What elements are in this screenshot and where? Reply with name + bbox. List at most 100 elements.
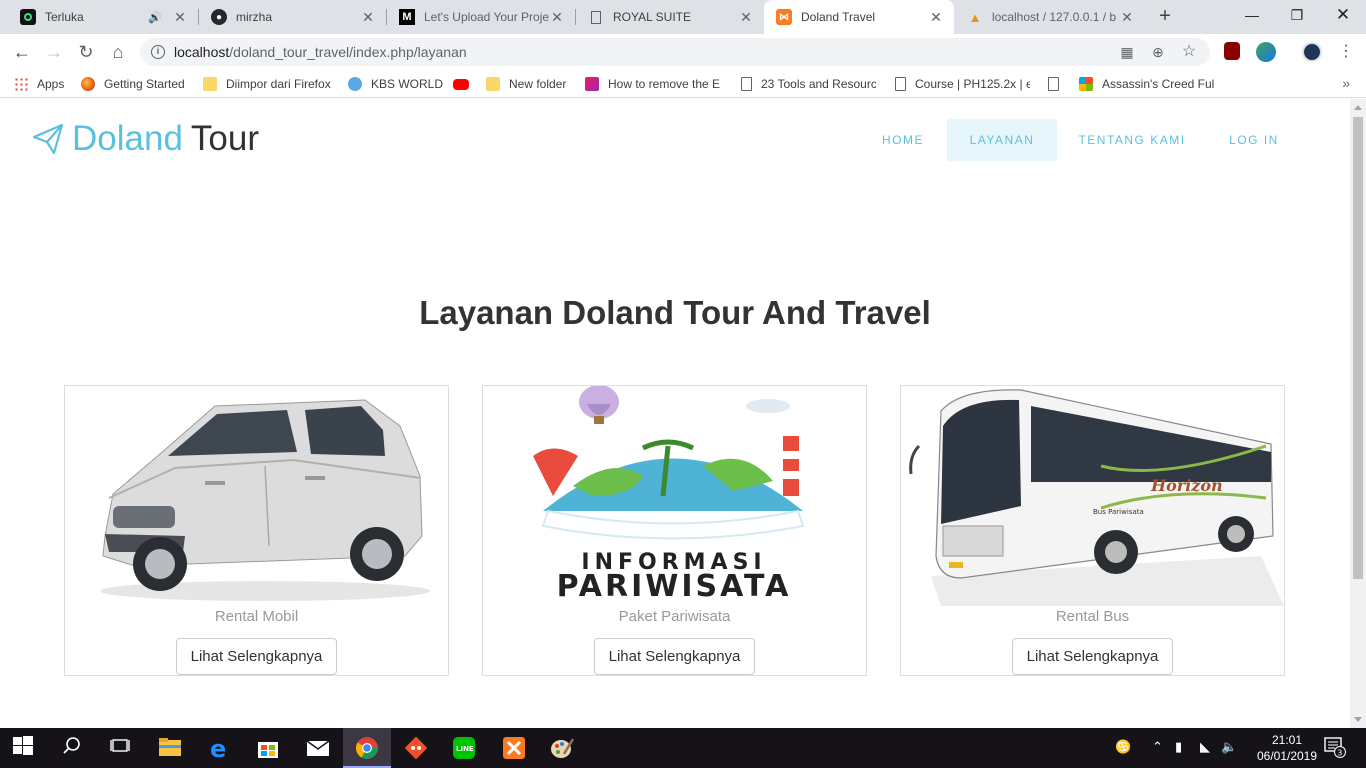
close-tab-icon[interactable]: ✕ [360, 9, 376, 25]
bookmark-apps[interactable]: Apps [14, 75, 64, 93]
site-info-icon[interactable]: i [151, 45, 165, 59]
profile-avatar[interactable] [1302, 42, 1322, 62]
bookmark-new-folder[interactable]: New folder [486, 75, 566, 93]
tab-medium-upload[interactable]: M Let's Upload Your Proje ✕ [387, 0, 575, 34]
globe-extension-icon[interactable] [1256, 42, 1276, 62]
minimize-button[interactable]: — [1229, 0, 1275, 30]
speaker-icon[interactable]: 🔊 [148, 11, 162, 24]
svg-text:LINE: LINE [456, 745, 474, 753]
lihat-selengkapnya-button[interactable]: Lihat Selengkapnya [1012, 638, 1173, 675]
bookmark-how-to-remove[interactable]: How to remove the E [585, 75, 721, 93]
nav-layanan[interactable]: LAYANAN [947, 119, 1057, 161]
bookmark-youtube[interactable] [453, 75, 478, 93]
windows-icon [1079, 77, 1093, 91]
tab-strip: Terluka 🔊 ✕ ● mirzha ✕ M Let's Upload Yo… [0, 0, 1366, 34]
close-tab-icon[interactable]: ✕ [738, 9, 754, 25]
bookmark-getting-started[interactable]: Getting Started [81, 75, 185, 93]
clock-date: 06/01/2019 [1256, 749, 1318, 763]
task-view-icon[interactable] [110, 736, 134, 760]
scroll-thumb[interactable] [1353, 117, 1363, 579]
paper-plane-icon [32, 123, 64, 155]
line-app-icon[interactable]: LINE [452, 736, 476, 760]
page-scrollbar[interactable] [1350, 99, 1366, 728]
action-center-icon[interactable]: 3 [1324, 736, 1346, 761]
tab-title: ROYAL SUITE [613, 10, 692, 24]
address-bar[interactable]: i localhost/doland_tour_travel/index.php… [140, 38, 1210, 66]
volume-icon[interactable]: 🔈 [1221, 739, 1237, 755]
tab-royal-suite[interactable]: ROYAL SUITE ✕ [576, 0, 764, 34]
site-logo[interactable]: Doland Tour [32, 119, 259, 159]
bookmark-kbs-world[interactable]: KBS WORLD [348, 75, 443, 93]
youtube-icon [453, 78, 469, 90]
github-icon: ● [211, 9, 227, 25]
forward-button[interactable]: → [40, 38, 68, 66]
service-card-rental-bus: Horizon Bus Pariwisata Rental Bus Lihat … [900, 385, 1285, 676]
back-button[interactable]: ← [8, 38, 36, 66]
close-tab-icon[interactable]: ✕ [1119, 9, 1135, 25]
bookmarks-bar: Apps Getting Started Diimpor dari Firefo… [0, 70, 1366, 98]
medium-icon: M [399, 9, 415, 25]
tab-title: mirzha [236, 10, 273, 24]
bookmark-image-icon [585, 77, 599, 91]
lihat-selengkapnya-button[interactable]: Lihat Selengkapnya [594, 638, 755, 675]
microsoft-store-icon[interactable] [256, 736, 280, 760]
kbs-icon [348, 77, 362, 91]
show-hidden-icons-icon[interactable]: ⌃ [1152, 739, 1163, 755]
tab-doland-travel[interactable]: ⋈ Doland Travel ✕ [764, 0, 954, 34]
restore-button[interactable]: ❐ [1274, 0, 1320, 30]
xampp-icon: ⋈ [776, 9, 792, 25]
search-icon[interactable] [62, 736, 86, 760]
bookmark-assassins-creed[interactable]: Assassin's Creed Full [1079, 75, 1214, 93]
bookmark-blank-page[interactable] [1048, 75, 1068, 93]
wifi-icon[interactable]: ◣ [1200, 739, 1210, 755]
reload-button[interactable]: ↻ [72, 38, 100, 66]
tab-title: localhost / 127.0.0.1 / b [992, 10, 1117, 24]
close-tab-icon[interactable]: ✕ [549, 9, 565, 25]
close-tab-icon[interactable]: ✕ [928, 9, 944, 25]
lihat-selengkapnya-button[interactable]: Lihat Selengkapnya [176, 638, 337, 675]
apps-grid-icon [14, 77, 28, 91]
zoom-icon[interactable]: ⊕ [1149, 43, 1167, 61]
bookmark-diimpor-firefox[interactable]: Diimpor dari Firefox [203, 75, 331, 93]
page-icon [895, 77, 906, 91]
new-tab-button[interactable]: + [1153, 5, 1177, 29]
bookmark-star-icon[interactable]: ☆ [1180, 43, 1198, 61]
tab-mirzha[interactable]: ● mirzha ✕ [199, 0, 386, 34]
bookmark-23-tools[interactable]: 23 Tools and Resourc [741, 75, 876, 93]
windows-start-icon[interactable] [13, 736, 37, 760]
close-window-button[interactable]: ✕ [1320, 0, 1366, 30]
tab-title: Terluka [45, 10, 84, 24]
nav-log-in[interactable]: LOG IN [1214, 119, 1294, 161]
brand-name-part2: Tour [190, 119, 260, 158]
page-icon [741, 77, 752, 91]
people-icon[interactable]: ♋ [1115, 739, 1131, 755]
chrome-icon[interactable] [355, 736, 379, 760]
scroll-up-arrow[interactable] [1354, 105, 1362, 110]
nav-home[interactable]: HOME [868, 119, 938, 161]
address-url[interactable]: localhost/doland_tour_travel/index.php/l… [174, 44, 467, 60]
bookmark-course-ph125[interactable]: Course | PH125.2x | e [895, 75, 1030, 93]
close-tab-icon[interactable]: ✕ [172, 9, 188, 25]
page-icon [588, 9, 604, 25]
system-clock[interactable]: 21:01 06/01/2019 [1250, 732, 1324, 764]
tab-terluka[interactable]: Terluka 🔊 ✕ [8, 0, 198, 34]
git-app-icon[interactable] [404, 736, 428, 760]
xampp-icon[interactable] [502, 736, 526, 760]
battery-icon[interactable]: ▮ [1175, 739, 1182, 755]
home-button[interactable]: ⌂ [104, 38, 132, 66]
ublock-extension-icon[interactable] [1224, 42, 1240, 60]
browser-toolbar: ← → ↻ ⌂ i localhost/doland_tour_travel/i… [0, 34, 1366, 70]
menu-kebab-icon[interactable]: ⋮ [1332, 38, 1360, 66]
tab-phpmyadmin[interactable]: ▲ localhost / 127.0.0.1 / b ✕ [955, 0, 1145, 34]
car-image [65, 386, 448, 606]
scroll-down-arrow[interactable] [1354, 717, 1362, 722]
nav-tentang-kami[interactable]: TENTANG KAMI [1066, 119, 1198, 161]
translate-icon[interactable]: ▦ [1118, 43, 1136, 61]
svg-text:PARIWISATA: PARIWISATA [557, 569, 792, 604]
svg-text:Horizon: Horizon [1150, 476, 1223, 495]
mail-icon[interactable] [306, 736, 330, 760]
file-explorer-icon[interactable] [158, 736, 182, 760]
bookmarks-overflow-icon[interactable]: » [1342, 75, 1350, 91]
edge-browser-icon[interactable]: e [208, 735, 232, 763]
paint-app-icon[interactable] [550, 736, 575, 760]
